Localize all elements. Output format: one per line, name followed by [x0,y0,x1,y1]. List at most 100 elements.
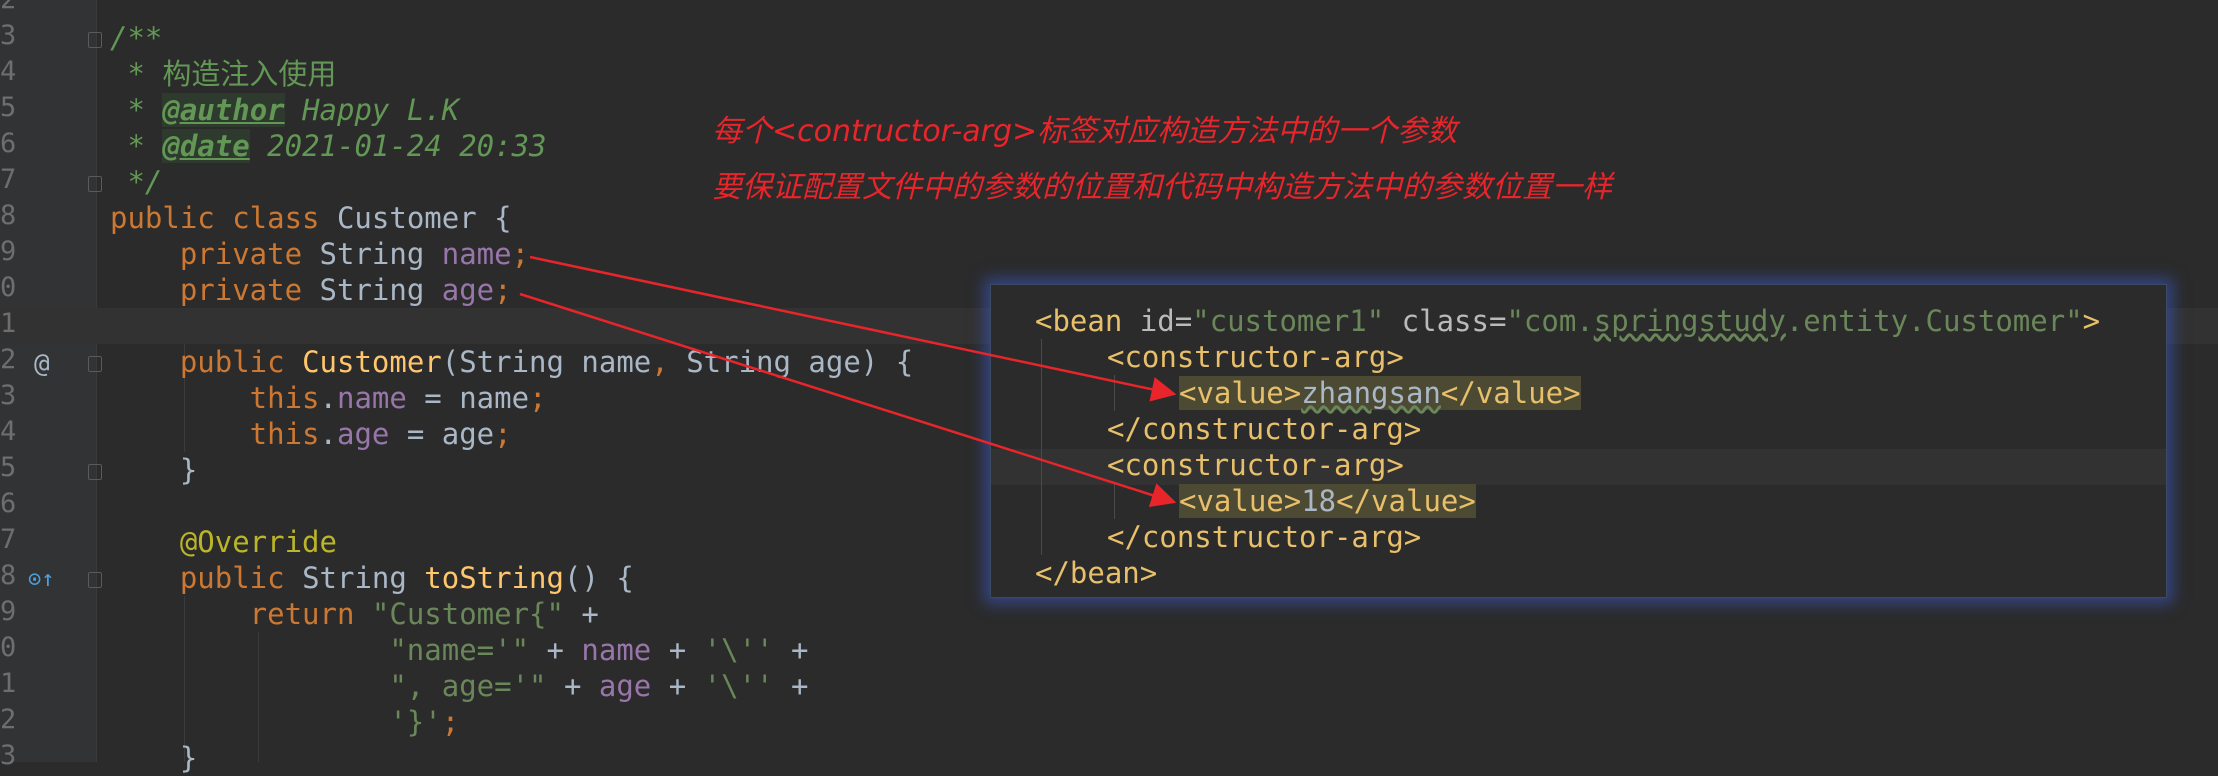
method-name: toString [424,561,564,595]
xml-ctor-close-1: </constructor-arg> [1107,411,1421,447]
type: String [284,561,425,595]
code-line-9: private String name; [110,236,529,272]
comment: * [110,129,163,163]
code-line-10: private String age; [110,272,512,308]
code-line-8: public class Customer { [110,200,512,236]
xml-tag: </bean> [1035,556,1158,590]
code-line-18: public String toString() { [110,560,634,596]
operator: + [651,633,704,667]
code-line-20: "name='" + name + '\'' + [110,632,808,668]
fold-marker-icon[interactable] [88,572,102,588]
xml-value-1: <value>zhangsan</value> [1179,375,1581,411]
line-number: 3 [0,380,17,411]
indent-guide [1041,339,1042,555]
xml-snippet-panel: <bean id="customer1" class="com.springst… [990,284,2167,598]
comment: * [110,93,163,127]
code-line-4: * 构造注入使用 [110,56,336,92]
line-number: 6 [0,488,17,519]
code-line-5: * @author Happy L.K [110,92,459,128]
keyword: public class [110,201,320,235]
semicolon: ; [494,273,512,307]
fold-marker-icon[interactable] [88,32,102,48]
type: String [302,273,442,307]
xml-attr-value: "customer1" [1192,304,1385,338]
line-number: 8 [0,200,17,231]
line-number: 7 [0,524,17,555]
code-line-21: ", age='" + age + '\'' + [110,668,808,704]
char-literal: '\'' [703,669,774,703]
operator: + [546,669,599,703]
string-literal: "Customer{" [354,597,564,631]
xml-tag: </constructor-arg> [1107,412,1422,446]
xml-tag: </constructor-arg> [1107,520,1422,554]
code-line-12: public Customer(String name, String age)… [110,344,913,380]
xml-attr: class= [1384,304,1507,338]
gutter-separator [96,0,97,762]
operator: + [563,597,599,631]
comment: Happy L.K [284,93,460,127]
field-name: name [336,381,407,415]
type: String [302,237,442,271]
xml-tag: <constructor-arg> [1107,448,1404,482]
constructor-name: Customer [284,345,442,379]
javadoc-tag: @author [162,93,285,127]
note-text: 标签对应构造方法中的一个参数 [1037,114,1458,149]
line-number: 5 [0,92,17,123]
fold-marker-icon[interactable] [88,356,102,372]
field-name: name [441,237,512,271]
override-method-icon[interactable]: ⊙↑ [28,562,55,598]
at-annotation-icon[interactable]: @ [34,346,50,382]
comment: 2021-01-24 20:33 [249,129,547,163]
params: String age) { [668,345,914,379]
xml-tag: <value> [1179,376,1302,410]
line-number: 0 [0,272,17,303]
semicolon: ; [494,417,512,451]
semicolon: ; [441,705,460,739]
xml-value-2: <value>18</value> [1179,483,1476,519]
code-line-19: return "Customer{" + [110,596,599,632]
xml-attr-value: .entity.Customer" [1785,304,2083,338]
line-number: 8 [0,560,17,591]
operator: + [773,669,809,703]
brace: } [110,741,198,775]
code-line-23: } [110,740,197,776]
string-literal: "name='" [110,633,530,667]
annotation: @Override [110,525,337,559]
annotation-note-2: 要保证配置文件中的参数的位置和代码中构造方法中的参数位置一样 [712,170,1612,205]
semicolon: ; [511,237,530,271]
keyword: private [110,237,303,271]
code-line-17: @Override [110,524,337,560]
xml-tag: > [2082,304,2101,338]
fold-marker-icon[interactable] [88,176,102,192]
xml-tag: </value> [1440,376,1581,410]
xml-ctor-open-2: <constructor-arg> [1107,447,1404,483]
xml-tag: <bean [1035,304,1123,338]
annotation-note-1: 每个<contructor-arg>标签对应构造方法中的一个参数 [712,112,1457,152]
line-number: 9 [0,596,17,627]
code-line-6: * @date 2021-01-24 20:33 [110,128,547,164]
assignment: = age [389,417,495,451]
line-number: 1 [0,668,17,699]
xml-value-text: 18 [1301,484,1337,518]
keyword: public [110,345,285,379]
line-number: 2 [0,0,16,18]
field-age: age [598,669,652,703]
comma: , [651,345,669,379]
keyword: return [110,597,355,631]
char-literal: '}' [110,705,442,739]
keyword: this [110,381,320,415]
brace: } [110,453,198,487]
line-number: 0 [0,632,17,663]
assignment: = name [406,381,530,415]
javadoc-tag: @date [162,129,250,163]
note-tag: <contructor-arg> [772,114,1038,149]
semicolon: ; [529,381,547,415]
comment: /** [110,21,163,55]
operator: + [529,633,582,667]
keyword: public [110,561,285,595]
dot: . [319,417,337,451]
string-literal: ", age='" [110,669,547,703]
keyword: private [110,273,303,307]
fold-marker-icon[interactable] [88,464,102,480]
xml-bean-open: <bean id="customer1" class="com.springst… [1035,303,2100,339]
